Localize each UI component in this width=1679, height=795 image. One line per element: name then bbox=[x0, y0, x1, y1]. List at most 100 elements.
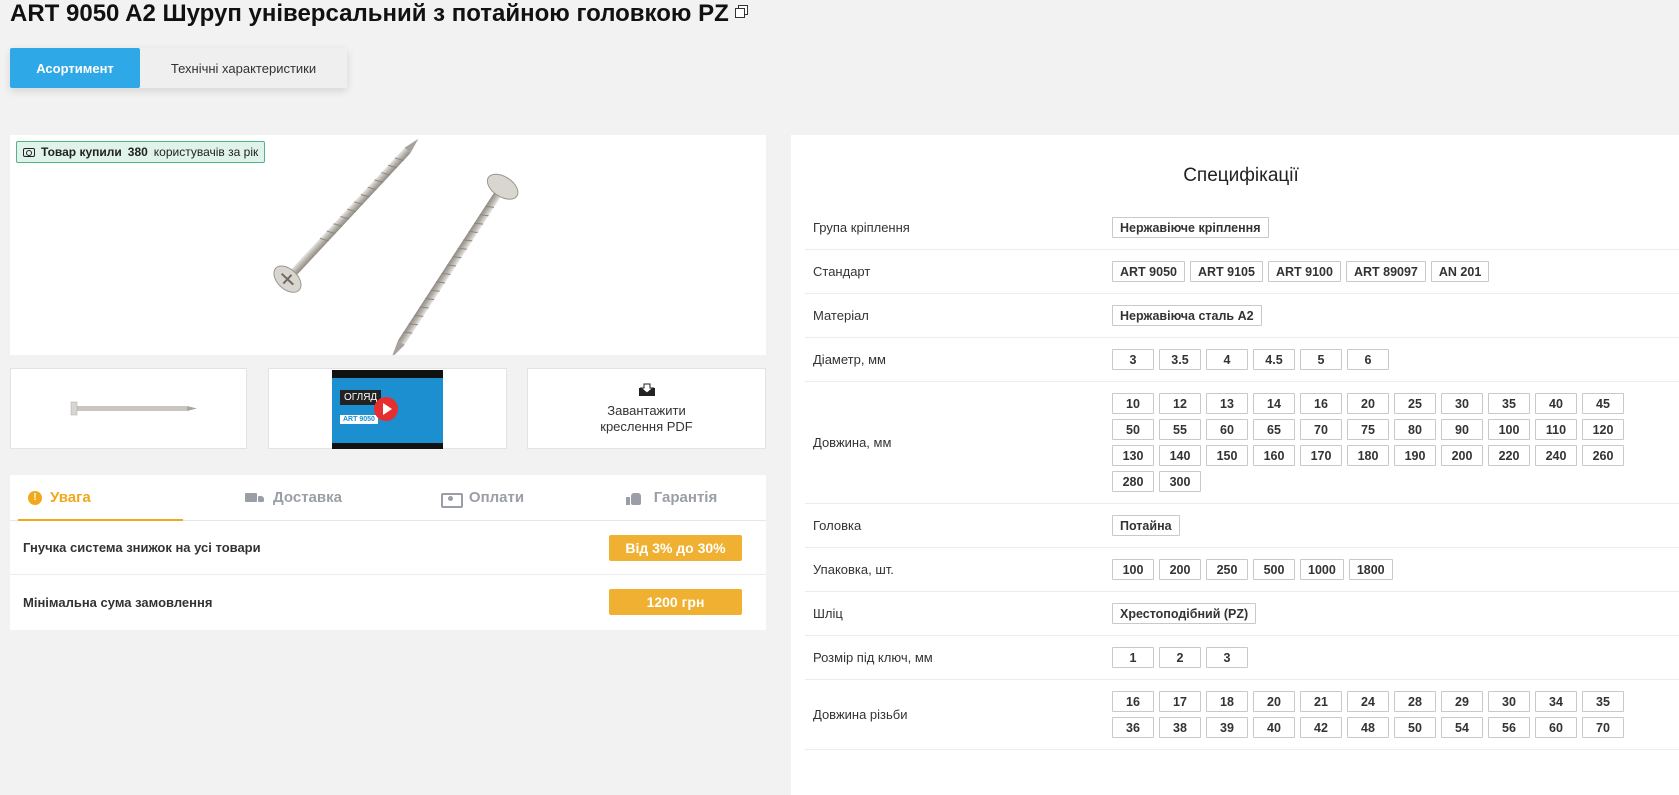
specifications-table: Група кріплення Нержавіюче кріплення Станд… bbox=[805, 206, 1679, 750]
video-preview[interactable]: ОГЛЯД ART 9050 bbox=[332, 370, 443, 449]
spec-value-chip[interactable]: 60 bbox=[1206, 419, 1248, 440]
spec-value-chip[interactable]: 220 bbox=[1488, 445, 1530, 466]
spec-value-chip[interactable]: 56 bbox=[1488, 717, 1530, 738]
spec-value-chip[interactable]: 260 bbox=[1582, 445, 1624, 466]
spec-value-chip[interactable]: 12 bbox=[1159, 393, 1201, 414]
spec-value-chip[interactable]: 16 bbox=[1112, 691, 1154, 712]
tab-assortment[interactable]: Асортимент bbox=[10, 48, 140, 88]
spec-value-chip[interactable]: 75 bbox=[1347, 419, 1389, 440]
tab-attention[interactable]: ! Увага bbox=[10, 475, 199, 521]
spec-value-chip[interactable]: 34 bbox=[1535, 691, 1577, 712]
spec-value-chip[interactable]: 21 bbox=[1300, 691, 1342, 712]
spec-key: Шліц bbox=[813, 606, 843, 621]
spec-value-chip[interactable]: 40 bbox=[1535, 393, 1577, 414]
thumbnail-screw[interactable] bbox=[10, 368, 247, 449]
spec-value-chip[interactable]: 55 bbox=[1159, 419, 1201, 440]
spec-value-chip[interactable]: 120 bbox=[1582, 419, 1624, 440]
spec-value-chip[interactable]: 3 bbox=[1206, 647, 1248, 668]
spec-row: Довжина, мм 10 12 13 14 16 20 25 30 35 40 45 50 55 60 6… bbox=[805, 382, 1679, 504]
spec-value-chip[interactable]: ART 9050 bbox=[1112, 261, 1185, 282]
spec-value-chip[interactable]: ART 9105 bbox=[1189, 261, 1263, 282]
download-pdf-button[interactable]: Завантажити креслення PDF bbox=[527, 368, 766, 449]
spec-value-chip[interactable]: 70 bbox=[1300, 419, 1342, 440]
spec-value-chip[interactable]: 50 bbox=[1112, 419, 1154, 440]
spec-value-chip[interactable]: 1 bbox=[1112, 647, 1154, 668]
spec-value-chip[interactable]: 3.5 bbox=[1159, 349, 1201, 370]
spec-value-chip[interactable]: 100 bbox=[1488, 419, 1530, 440]
spec-value-chip[interactable]: 45 bbox=[1582, 393, 1624, 414]
spec-value-chip[interactable]: 40 bbox=[1253, 717, 1295, 738]
spec-value-chip[interactable]: 24 bbox=[1347, 691, 1389, 712]
spec-value-chip[interactable]: 38 bbox=[1159, 717, 1201, 738]
tab-payments[interactable]: Оплати bbox=[388, 475, 577, 520]
spec-value-chip[interactable]: 70 bbox=[1582, 717, 1624, 738]
spec-value-chip[interactable]: 100 bbox=[1112, 559, 1154, 580]
spec-value-chip[interactable]: 16 bbox=[1300, 393, 1342, 414]
tab-delivery-label: Доставка bbox=[273, 489, 342, 506]
tab-warranty[interactable]: Гарантія bbox=[577, 475, 766, 520]
spec-value-chip[interactable]: 80 bbox=[1394, 419, 1436, 440]
spec-value-chip[interactable]: 60 bbox=[1535, 717, 1577, 738]
spec-value-chip[interactable]: 1800 bbox=[1348, 559, 1393, 580]
spec-value-chip[interactable]: 200 bbox=[1159, 559, 1201, 580]
tab-technical-specs[interactable]: Технічні характеристики bbox=[140, 48, 347, 88]
spec-value-chip[interactable]: 39 bbox=[1206, 717, 1248, 738]
spec-value-chip[interactable]: 65 bbox=[1253, 419, 1295, 440]
spec-value-chip[interactable]: AN 201 bbox=[1430, 261, 1490, 282]
spec-row: Головка Потайна bbox=[805, 504, 1679, 548]
spec-value-chip[interactable]: 5 bbox=[1300, 349, 1342, 370]
spec-value-chip[interactable]: 35 bbox=[1488, 393, 1530, 414]
spec-value-chip[interactable]: 500 bbox=[1253, 559, 1295, 580]
spec-value-chip[interactable]: 18 bbox=[1206, 691, 1248, 712]
spec-value-chip[interactable]: 160 bbox=[1253, 445, 1295, 466]
spec-value-chip[interactable]: 48 bbox=[1347, 717, 1389, 738]
spec-values: Нержавіюча сталь А2 bbox=[1112, 305, 1642, 326]
spec-value-chip[interactable]: 280 bbox=[1112, 471, 1154, 492]
spec-value-chip[interactable]: 190 bbox=[1394, 445, 1436, 466]
spec-value-chip[interactable]: Хрестоподібний (PZ) bbox=[1112, 603, 1257, 624]
play-icon[interactable] bbox=[374, 397, 398, 421]
spec-value-chip[interactable]: 250 bbox=[1206, 559, 1248, 580]
spec-value-chip[interactable]: 130 bbox=[1112, 445, 1154, 466]
spec-value-chip[interactable]: 110 bbox=[1535, 419, 1577, 440]
spec-value-chip[interactable]: 17 bbox=[1159, 691, 1201, 712]
spec-value-chip[interactable]: Потайна bbox=[1112, 515, 1180, 536]
product-main-image[interactable]: Товар купили 380 користувачів за рік bbox=[10, 135, 766, 355]
spec-value-chip[interactable]: 180 bbox=[1347, 445, 1389, 466]
spec-value-chip[interactable]: 300 bbox=[1159, 471, 1201, 492]
spec-value-chip[interactable]: 14 bbox=[1253, 393, 1295, 414]
spec-value-chip[interactable]: 150 bbox=[1206, 445, 1248, 466]
spec-value-chip[interactable]: 140 bbox=[1159, 445, 1201, 466]
spec-value-chip[interactable]: 30 bbox=[1488, 691, 1530, 712]
spec-value-chip[interactable]: 2 bbox=[1159, 647, 1201, 668]
spec-value-chip[interactable]: 25 bbox=[1394, 393, 1436, 414]
spec-value-chip[interactable]: Нержавіюча сталь А2 bbox=[1112, 305, 1262, 326]
spec-value-chip[interactable]: 35 bbox=[1582, 691, 1624, 712]
spec-value-chip[interactable]: 30 bbox=[1441, 393, 1483, 414]
spec-value-chip[interactable]: 4.5 bbox=[1253, 349, 1295, 370]
spec-value-chip[interactable]: 20 bbox=[1253, 691, 1295, 712]
thumbnail-video[interactable]: ОГЛЯД ART 9050 bbox=[268, 368, 507, 449]
spec-value-chip[interactable]: 6 bbox=[1347, 349, 1389, 370]
spec-value-chip[interactable]: ART 89097 bbox=[1345, 261, 1426, 282]
spec-value-chip[interactable]: 50 bbox=[1394, 717, 1436, 738]
spec-value-chip[interactable]: 54 bbox=[1441, 717, 1483, 738]
spec-value-chip[interactable]: 10 bbox=[1112, 393, 1154, 414]
spec-value-chip[interactable]: 4 bbox=[1206, 349, 1248, 370]
spec-value-chip[interactable]: 240 bbox=[1535, 445, 1577, 466]
spec-value-chip[interactable]: 42 bbox=[1300, 717, 1342, 738]
spec-value-chip[interactable]: 3 bbox=[1112, 349, 1154, 370]
spec-value-chip[interactable]: 13 bbox=[1206, 393, 1248, 414]
tab-delivery[interactable]: Доставка bbox=[199, 475, 388, 520]
spec-value-chip[interactable]: 36 bbox=[1112, 717, 1154, 738]
copy-icon[interactable] bbox=[734, 5, 748, 18]
spec-value-chip[interactable]: 1000 bbox=[1300, 559, 1344, 580]
spec-value-chip[interactable]: 170 bbox=[1300, 445, 1342, 466]
spec-value-chip[interactable]: 29 bbox=[1441, 691, 1483, 712]
spec-value-chip[interactable]: 28 bbox=[1394, 691, 1436, 712]
spec-value-chip[interactable]: 200 bbox=[1441, 445, 1483, 466]
spec-value-chip[interactable]: 20 bbox=[1347, 393, 1389, 414]
spec-value-chip[interactable]: ART 9100 bbox=[1267, 261, 1341, 282]
spec-value-chip[interactable]: 90 bbox=[1441, 419, 1483, 440]
spec-value-chip[interactable]: Нержавіюче кріплення bbox=[1112, 217, 1269, 238]
